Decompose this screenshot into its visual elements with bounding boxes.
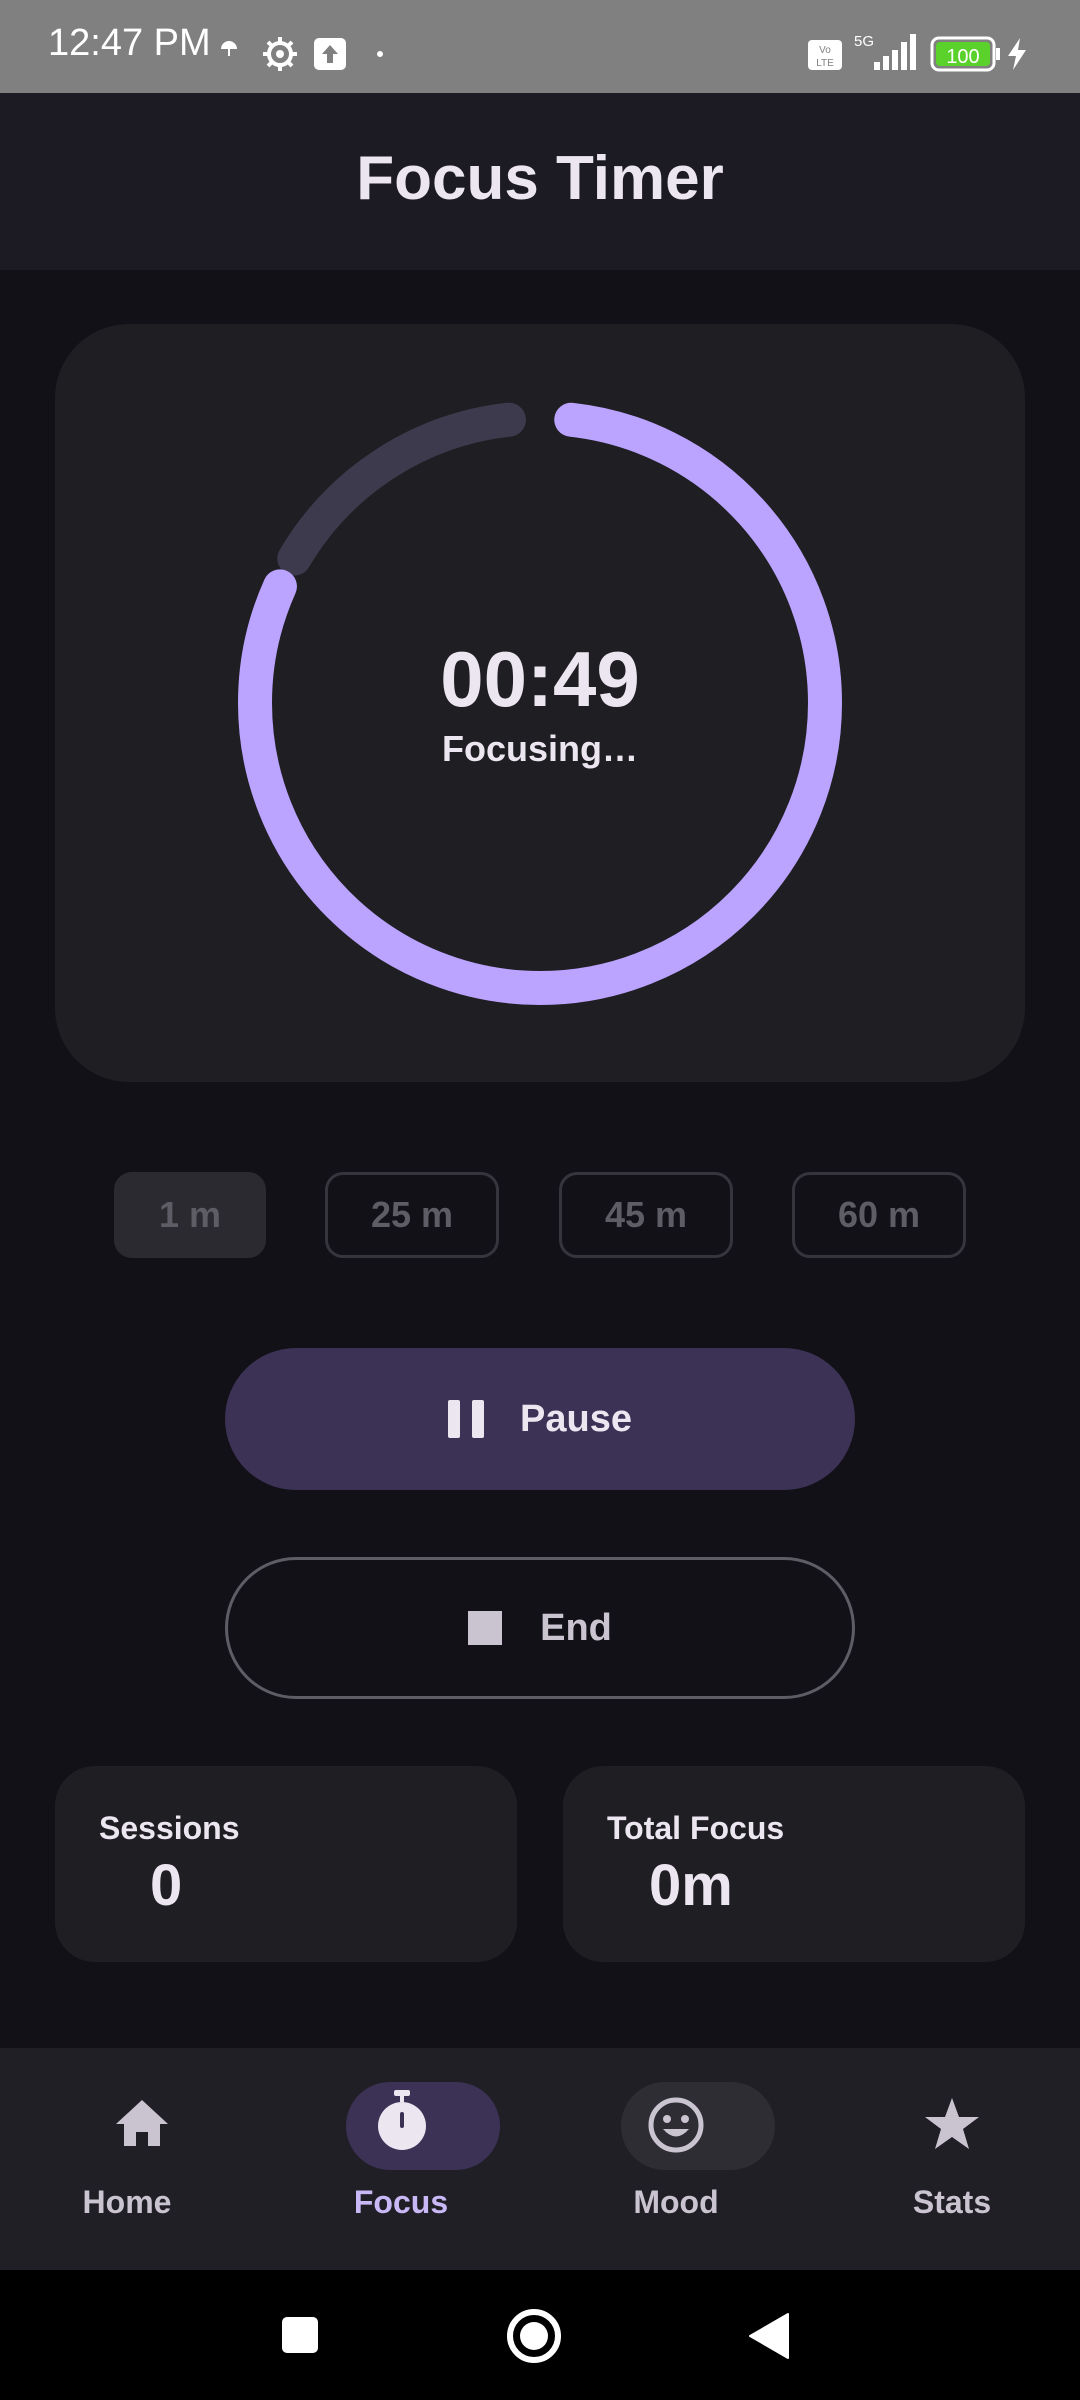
duration-chip-25m[interactable]: 25 m xyxy=(325,1172,499,1258)
settings-gear-icon xyxy=(263,37,297,71)
timer-card: 00:49 Focusing… xyxy=(55,324,1025,1082)
charging-icon xyxy=(1008,38,1026,70)
nav-item-stats[interactable]: Stats xyxy=(817,2048,1080,2270)
bottom-navigation: Home Focus Mood Stats xyxy=(0,2048,1080,2270)
end-label: End xyxy=(540,1606,612,1649)
upload-icon xyxy=(314,38,346,70)
duration-chip-1m[interactable]: 1 m xyxy=(114,1172,266,1258)
star-icon xyxy=(925,2098,979,2149)
nav-label-mood: Mood xyxy=(633,2184,719,2220)
status-time: 12:47 PM xyxy=(48,22,211,64)
sessions-value: 0 xyxy=(150,1853,183,1918)
home-icon xyxy=(116,2100,168,2146)
battery-icon: 100 xyxy=(930,36,1000,72)
end-button[interactable]: End xyxy=(225,1557,855,1699)
svg-text:LTE: LTE xyxy=(816,58,834,69)
stop-icon xyxy=(468,1611,503,1645)
nav-item-home[interactable]: Home xyxy=(0,2048,262,2270)
nav-label-stats: Stats xyxy=(912,2184,992,2220)
recents-icon[interactable] xyxy=(280,2315,320,2355)
status-bar: 12:47 PM Vo LTE 5G 100 xyxy=(0,0,1080,93)
page-title: Focus Timer xyxy=(356,144,724,213)
timer-time: 00:49 xyxy=(440,635,640,723)
battery-level: 100 xyxy=(946,46,979,68)
app-bar: Focus Timer xyxy=(0,93,1080,270)
back-icon[interactable] xyxy=(748,2312,790,2360)
duration-chip-60m[interactable]: 60 m xyxy=(792,1172,966,1258)
pause-label: Pause xyxy=(520,1397,632,1440)
sessions-label: Sessions xyxy=(99,1810,240,1846)
network-label: 5G xyxy=(854,33,874,50)
dot-icon xyxy=(377,51,383,57)
total-focus-label: Total Focus xyxy=(607,1810,785,1846)
nav-item-mood[interactable]: Mood xyxy=(541,2048,811,2270)
umbrella-icon xyxy=(221,41,237,56)
smiley-icon xyxy=(648,2097,704,2153)
signal-icon: 5G xyxy=(854,33,916,70)
stopwatch-icon xyxy=(378,2090,426,2150)
nav-label-home: Home xyxy=(82,2184,172,2220)
sessions-card: Sessions 0 xyxy=(55,1766,517,1962)
pause-button[interactable]: Pause xyxy=(225,1348,855,1490)
pause-icon xyxy=(448,1400,485,1438)
duration-chip-45m[interactable]: 45 m xyxy=(559,1172,733,1258)
home-circle-icon[interactable] xyxy=(506,2308,562,2364)
nav-item-focus[interactable]: Focus xyxy=(266,2048,536,2270)
timer-status: Focusing… xyxy=(442,728,638,769)
total-focus-card: Total Focus 0m xyxy=(563,1766,1025,1962)
svg-text:Vo: Vo xyxy=(819,45,831,56)
nav-label-focus: Focus xyxy=(353,2184,449,2220)
total-focus-value: 0m xyxy=(649,1853,733,1918)
system-navigation-bar xyxy=(0,2270,1080,2400)
volte-icon: Vo LTE xyxy=(808,40,842,70)
